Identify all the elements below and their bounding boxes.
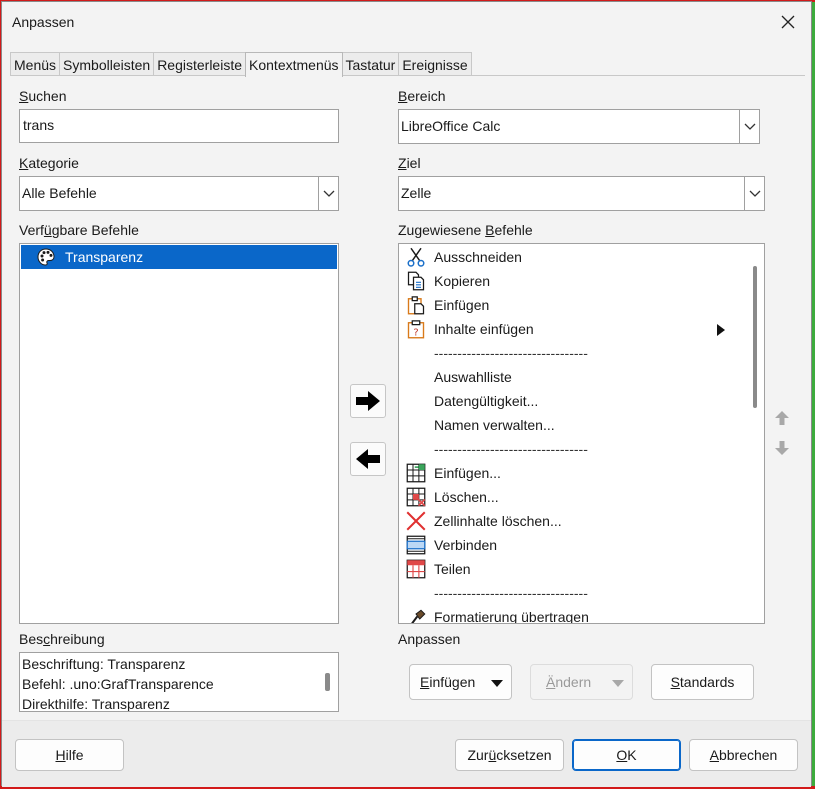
category-dropdown-button[interactable] xyxy=(318,177,338,210)
copy-icon xyxy=(407,271,425,291)
arrow-down-icon xyxy=(775,441,789,455)
category-label: Kategorie xyxy=(19,155,79,171)
tab-toolbars[interactable]: Symbolleisten xyxy=(59,52,155,76)
window-title: Anpassen xyxy=(12,14,75,30)
arrow-up-icon xyxy=(775,411,789,425)
tab-notebookbar[interactable]: Registerleiste xyxy=(153,52,247,76)
modify-menu-button[interactable]: Ändern xyxy=(530,664,633,700)
cancel-button[interactable]: Abbrechen xyxy=(689,739,798,771)
chevron-down-icon xyxy=(744,123,755,130)
clear-contents-icon xyxy=(406,511,426,531)
add-command-button[interactable] xyxy=(350,384,386,418)
dropdown-arrow-icon xyxy=(612,680,624,687)
list-item[interactable]: Einfügen xyxy=(400,293,745,317)
insert-cells-icon xyxy=(406,463,426,483)
target-dropdown-button[interactable] xyxy=(744,177,764,210)
list-separator[interactable]: --------------------------------- xyxy=(400,581,745,605)
assigned-list-scrollbar[interactable] xyxy=(746,244,764,623)
ok-button[interactable]: OK xyxy=(572,739,681,771)
arrow-left-icon xyxy=(356,449,380,469)
submenu-arrow-icon xyxy=(717,324,725,336)
list-item[interactable]: Teilen xyxy=(400,557,745,581)
list-item-transparency[interactable]: Transparenz xyxy=(21,245,337,269)
tab-events[interactable]: Ereignisse xyxy=(398,52,472,76)
list-separator[interactable]: --------------------------------- xyxy=(400,437,745,461)
list-separator[interactable]: --------------------------------- xyxy=(400,341,745,365)
list-item[interactable]: Formatierung übertragen xyxy=(400,605,745,623)
description-line: Beschriftung: Transparenz xyxy=(22,656,186,672)
scissors-icon xyxy=(407,247,425,267)
chevron-down-icon xyxy=(323,190,334,197)
list-item[interactable]: Ausschneiden xyxy=(400,245,745,269)
delete-cells-icon xyxy=(406,487,426,507)
chevron-down-icon xyxy=(749,190,760,197)
tab-context-menus[interactable]: Kontextmenüs xyxy=(245,52,343,77)
assigned-commands-label: Zugewiesene Befehle xyxy=(398,222,533,238)
list-item[interactable]: Kopieren xyxy=(400,269,745,293)
scope-select-value: LibreOffice Calc xyxy=(401,118,501,134)
defaults-button[interactable]: Standards xyxy=(651,664,754,700)
list-item[interactable]: Verbinden xyxy=(400,533,745,557)
split-cells-icon xyxy=(406,559,426,579)
svg-text:?: ? xyxy=(413,327,418,338)
description-scroll-thumb[interactable] xyxy=(325,673,330,691)
move-up-button[interactable] xyxy=(770,406,794,430)
close-button[interactable] xyxy=(773,8,803,36)
tab-menus[interactable]: Menüs xyxy=(10,52,61,76)
assigned-list-scroll-thumb[interactable] xyxy=(753,266,757,408)
clone-formatting-icon xyxy=(411,609,426,623)
description-scrollbar[interactable] xyxy=(320,653,338,711)
scope-select[interactable]: LibreOffice Calc xyxy=(398,109,760,144)
description-label: Beschreibung xyxy=(19,631,105,647)
insert-menu-button[interactable]: Einfügen xyxy=(409,664,512,700)
list-item[interactable]: Löschen... xyxy=(400,485,745,509)
search-label: Suchen xyxy=(19,88,67,104)
tab-panel-divider xyxy=(10,75,805,76)
paste-icon xyxy=(407,296,425,315)
available-commands-list[interactable]: Transparenz xyxy=(19,243,339,624)
target-label: Ziel xyxy=(398,155,421,171)
description-box[interactable]: Beschriftung: Transparenz Befehl: .uno:G… xyxy=(19,652,339,712)
list-item[interactable]: Auswahlliste xyxy=(400,365,745,389)
target-select[interactable]: Zelle xyxy=(398,176,765,211)
remove-command-button[interactable] xyxy=(350,442,386,476)
target-select-value: Zelle xyxy=(401,185,432,201)
category-select-value: Alle Befehle xyxy=(22,185,97,201)
assigned-commands-list[interactable]: Ausschneiden Kopieren Einfügen ? Inhalte… xyxy=(398,243,765,624)
reset-button[interactable]: Zurücksetzen xyxy=(455,739,564,771)
help-button[interactable]: Hilfe xyxy=(15,739,124,771)
customize-dialog: Anpassen Menüs Symbolleisten Registerlei… xyxy=(1,1,812,787)
tab-bar: Menüs Symbolleisten Registerleiste Konte… xyxy=(10,52,472,77)
description-line: Befehl: .uno:GrafTransparence xyxy=(22,676,214,692)
arrow-right-icon xyxy=(356,391,380,411)
list-item[interactable]: Namen verwalten... xyxy=(400,413,745,437)
dropdown-arrow-icon xyxy=(491,680,503,687)
list-item[interactable]: Datengültigkeit... xyxy=(400,389,745,413)
palette-icon xyxy=(37,248,55,266)
list-item[interactable]: Einfügen... xyxy=(400,461,745,485)
category-select[interactable]: Alle Befehle xyxy=(19,176,339,211)
scope-label: Bereich xyxy=(398,88,446,104)
description-line: Direkthilfe: Transparenz xyxy=(22,696,170,712)
merge-cells-icon xyxy=(406,535,426,555)
paste-special-icon: ? xyxy=(407,320,425,339)
move-down-button[interactable] xyxy=(770,436,794,460)
search-input[interactable]: trans xyxy=(19,109,339,143)
list-item[interactable]: Zellinhalte löschen... xyxy=(400,509,745,533)
title-bar: Anpassen xyxy=(2,2,811,42)
list-item[interactable]: ? Inhalte einfügen xyxy=(400,317,745,341)
available-commands-label: Verfügbare Befehle xyxy=(19,222,139,238)
close-icon xyxy=(781,15,795,29)
scope-dropdown-button[interactable] xyxy=(739,110,759,143)
tab-keyboard[interactable]: Tastatur xyxy=(341,52,400,76)
customize-label: Anpassen xyxy=(398,631,461,647)
